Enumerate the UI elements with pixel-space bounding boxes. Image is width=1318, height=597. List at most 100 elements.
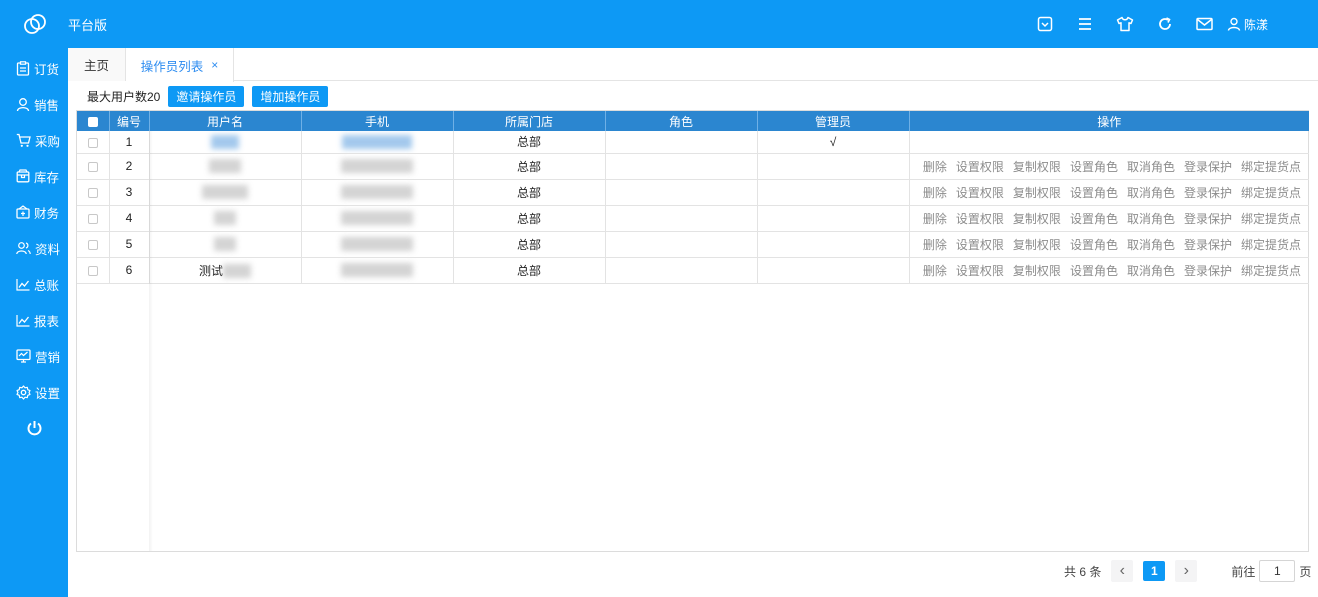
redacted-username <box>209 159 241 174</box>
sidebar-item-purchase[interactable]: 采购 <box>0 122 68 158</box>
row-action-0[interactable]: 删除 <box>923 186 947 200</box>
shirt-icon[interactable] <box>1105 0 1145 48</box>
row-action-0[interactable]: 删除 <box>923 160 947 174</box>
power-icon <box>27 420 41 435</box>
select-all-checkbox[interactable] <box>87 116 98 127</box>
operator-table: 编号 用户名 手机 所属门店 角色 管理员 操作 1 总部 √ 2 总部 删除 设置权限 复制… <box>76 110 1309 552</box>
row-action-4[interactable]: 取消角色 <box>1127 160 1175 174</box>
row-checkbox[interactable] <box>87 265 98 276</box>
goto-unit: 页 <box>1299 564 1312 579</box>
refresh-icon[interactable] <box>1145 0 1185 48</box>
row-action-5[interactable]: 登录保护 <box>1184 160 1232 174</box>
row-action-3[interactable]: 设置角色 <box>1070 186 1118 200</box>
row-action-0[interactable]: 删除 <box>923 238 947 252</box>
redacted-username <box>214 211 236 226</box>
row-action-2[interactable]: 复制权限 <box>1013 238 1061 252</box>
row-action-2[interactable]: 复制权限 <box>1013 212 1061 226</box>
row-username <box>149 153 302 180</box>
row-username <box>149 205 302 232</box>
table-row: 6 测试 总部 删除 设置权限 复制权限 设置角色 取消角色 登录保护 绑定提货点 <box>77 257 1309 284</box>
row-action-1[interactable]: 设置权限 <box>956 186 1004 200</box>
row-phone <box>301 153 454 180</box>
row-action-5[interactable]: 登录保护 <box>1184 186 1232 200</box>
pagination: 共 6 条 ‹ 1 › 前往 页 <box>1064 560 1311 582</box>
prev-page-button[interactable]: ‹ <box>1111 560 1134 582</box>
total-count: 共 6 条 <box>1064 564 1102 579</box>
chevron-right-icon: › <box>1183 562 1189 579</box>
redacted-username <box>211 135 239 150</box>
row-checkbox[interactable] <box>87 213 98 224</box>
row-select-cell <box>77 257 110 284</box>
row-action-0[interactable]: 删除 <box>923 212 947 226</box>
user-menu[interactable]: 陈漾 <box>1227 16 1268 33</box>
redacted-phone <box>342 135 412 150</box>
row-action-6[interactable]: 绑定提货点 <box>1241 212 1301 226</box>
row-action-1[interactable]: 设置权限 <box>956 238 1004 252</box>
row-action-5[interactable]: 登录保护 <box>1184 238 1232 252</box>
row-role <box>605 257 758 284</box>
sidebar-item-report[interactable]: 报表 <box>0 302 68 338</box>
sidebar-item-settings[interactable]: 设置 <box>0 374 68 410</box>
row-action-5[interactable]: 登录保护 <box>1184 212 1232 226</box>
col-num: 编号 <box>109 111 150 131</box>
col-role: 角色 <box>605 111 758 131</box>
row-phone <box>301 179 454 206</box>
sidebar-item-sales[interactable]: 销售 <box>0 86 68 122</box>
sidebar-item-inventory[interactable]: 库存 <box>0 158 68 194</box>
chart-icon <box>16 314 30 327</box>
menu-icon[interactable] <box>1065 0 1105 48</box>
table-header: 编号 用户名 手机 所属门店 角色 管理员 操作 <box>77 111 1309 131</box>
row-action-6[interactable]: 绑定提货点 <box>1241 160 1301 174</box>
row-action-3[interactable]: 设置角色 <box>1070 212 1118 226</box>
row-action-2[interactable]: 复制权限 <box>1013 186 1061 200</box>
row-admin <box>757 205 910 232</box>
row-action-3[interactable]: 设置角色 <box>1070 264 1118 278</box>
page-1-button[interactable]: 1 <box>1143 561 1166 581</box>
wallet-icon <box>16 205 30 219</box>
row-action-2[interactable]: 复制权限 <box>1013 264 1061 278</box>
close-icon[interactable]: × <box>211 58 218 72</box>
row-action-1[interactable]: 设置权限 <box>956 264 1004 278</box>
row-action-2[interactable]: 复制权限 <box>1013 160 1061 174</box>
row-action-4[interactable]: 取消角色 <box>1127 238 1175 252</box>
invite-operator-button[interactable]: 邀请操作员 <box>168 86 245 107</box>
row-username: 测试 <box>149 257 302 284</box>
next-page-button[interactable]: › <box>1175 560 1198 582</box>
sidebar-item-order[interactable]: 订货 <box>0 50 68 86</box>
row-action-6[interactable]: 绑定提货点 <box>1241 264 1301 278</box>
row-action-0[interactable]: 删除 <box>923 264 947 278</box>
chart-icon <box>16 278 30 291</box>
app-title: 平台版 <box>68 18 108 33</box>
redacted-username <box>214 237 236 252</box>
row-admin <box>757 153 910 180</box>
add-operator-button[interactable]: 增加操作员 <box>252 86 329 107</box>
col-store: 所属门店 <box>453 111 606 131</box>
row-action-6[interactable]: 绑定提货点 <box>1241 238 1301 252</box>
tab-home[interactable]: 主页 <box>68 48 126 81</box>
row-checkbox[interactable] <box>87 239 98 250</box>
row-action-6[interactable]: 绑定提货点 <box>1241 186 1301 200</box>
row-action-4[interactable]: 取消角色 <box>1127 212 1175 226</box>
row-action-3[interactable]: 设置角色 <box>1070 238 1118 252</box>
sidebar-item-marketing[interactable]: 营销 <box>0 338 68 374</box>
tab-operator-list[interactable]: 操作员列表 × <box>126 48 234 82</box>
sidebar-item-data[interactable]: 资料 <box>0 230 68 266</box>
dropdown-box-icon[interactable] <box>1025 0 1065 48</box>
row-action-3[interactable]: 设置角色 <box>1070 160 1118 174</box>
mail-icon[interactable] <box>1185 0 1225 48</box>
row-action-5[interactable]: 登录保护 <box>1184 264 1232 278</box>
row-checkbox[interactable] <box>87 137 98 148</box>
row-action-1[interactable]: 设置权限 <box>956 212 1004 226</box>
row-action-1[interactable]: 设置权限 <box>956 160 1004 174</box>
row-action-4[interactable]: 取消角色 <box>1127 264 1175 278</box>
power-button[interactable] <box>0 410 68 446</box>
row-checkbox[interactable] <box>87 187 98 198</box>
row-phone <box>301 257 454 284</box>
row-username <box>149 131 302 154</box>
goto-page-input[interactable] <box>1259 560 1296 582</box>
sidebar-item-ledger[interactable]: 总账 <box>0 266 68 302</box>
col-phone: 手机 <box>301 111 454 131</box>
row-checkbox[interactable] <box>87 161 98 172</box>
row-action-4[interactable]: 取消角色 <box>1127 186 1175 200</box>
sidebar-item-finance[interactable]: 财务 <box>0 194 68 230</box>
